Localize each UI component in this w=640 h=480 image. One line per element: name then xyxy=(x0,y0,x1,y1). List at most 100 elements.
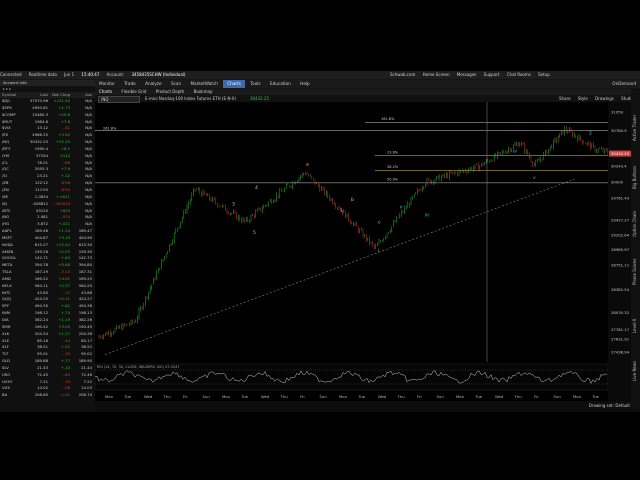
share-button[interactable]: Share xyxy=(559,96,571,101)
table-row[interactable]: /SI 23.21 +.12 N/A xyxy=(0,173,95,180)
table-row[interactable]: VXX 14.02 -.28 14.03 xyxy=(0,385,95,392)
link-schwab[interactable]: Schwab.com xyxy=(390,72,415,77)
table-cell: 4950.61 xyxy=(32,104,48,110)
table-cell: N/A xyxy=(85,152,92,158)
table-row[interactable]: QQQ 424.25 +2.11 424.27 xyxy=(0,296,95,303)
table-row[interactable]: $COMP 15480.3 +29.8 N/A xyxy=(0,112,95,119)
table-row[interactable]: GLD 189.88 +.77 189.90 xyxy=(0,358,95,365)
vertical-tab[interactable]: Phase Scores xyxy=(632,241,637,285)
table-row[interactable]: NVDA 615.27 +12.42 615.30 xyxy=(0,242,95,249)
table-row[interactable]: AMZN 159.28 +2.03 159.30 xyxy=(0,249,95,256)
vertical-tab[interactable]: Live News xyxy=(632,337,637,381)
table-row[interactable]: /NQ 30432.25 +53.25 N/A xyxy=(0,139,95,146)
tab-product-depth[interactable]: Product Depth xyxy=(156,89,185,94)
drawings-button[interactable]: Drawings xyxy=(595,96,614,101)
table-row[interactable]: /RTY 1990.4 +8.2 N/A xyxy=(0,146,95,153)
vertical-tab[interactable]: Option Chain xyxy=(632,193,637,237)
table-row[interactable]: DIA 382.24 +1.19 382.26 xyxy=(0,317,95,324)
table-cell: /6E xyxy=(2,193,9,199)
table-cell: /ES xyxy=(2,132,9,138)
table-row[interactable]: MSFT 404.87 +3.19 404.90 xyxy=(0,235,95,242)
table-row[interactable]: $DJI 37070.96 +131.40 N/A xyxy=(0,98,95,105)
table-row[interactable]: IWM 198.12 +.74 198.13 xyxy=(0,310,95,317)
table-cell: META xyxy=(2,262,13,268)
table-row[interactable]: $VIX 13.12 -.41 N/A xyxy=(0,125,95,132)
table-row[interactable]: /YM 37194 +112 N/A xyxy=(0,153,95,160)
nav-marketwatch[interactable]: MarketWatch xyxy=(186,80,221,88)
table-row[interactable]: XLK 204.34 +1.27 204.36 xyxy=(0,331,95,338)
vertical-tab[interactable]: Active Trader xyxy=(632,97,637,141)
link-chat-rooms[interactable]: Chat Rooms xyxy=(507,72,531,77)
table-cell: 190.45 xyxy=(78,323,92,329)
table-row[interactable]: /6E 1.0834 +.0011 N/A xyxy=(0,194,95,201)
price-tick: 27631.91 xyxy=(611,337,630,342)
table-cell: +.10 xyxy=(60,364,70,370)
table-cell: VXX xyxy=(2,385,10,391)
table-row[interactable]: INTC 43.65 -.12 43.66 xyxy=(0,290,95,297)
link-messages[interactable]: Messages xyxy=(457,72,477,77)
tab-charts[interactable]: Charts xyxy=(99,89,112,94)
table-row[interactable]: SPY 494.35 +.81 494.36 xyxy=(0,303,95,310)
date-label: Jun 1 xyxy=(64,72,75,77)
table-row[interactable]: /6J .006812 -.000010 N/A xyxy=(0,201,95,208)
style-button[interactable]: Style xyxy=(578,96,588,101)
tab-flexible-grid[interactable]: Flexible Grid xyxy=(121,89,146,94)
table-row[interactable]: /ES 4966.25 +3.50 N/A xyxy=(0,132,95,139)
table-cell: 15480.3 xyxy=(32,111,48,117)
table-cell: 382.24 xyxy=(34,317,48,322)
nav-tools[interactable]: Tools xyxy=(246,80,264,88)
table-cell: N/A xyxy=(85,139,92,145)
table-row[interactable]: /BTC 43120 +620 N/A xyxy=(0,208,95,215)
table-row[interactable]: /HG 3.872 +.021 N/A xyxy=(0,221,95,228)
table-row[interactable]: AAPL 189.46 +1.24 189.47 xyxy=(0,228,95,235)
table-cell: 85.16 xyxy=(37,337,48,343)
account-select[interactable]: 3458435SCHW (Individual) xyxy=(131,72,185,77)
table-row[interactable]: /GC 2055.3 +7.9 N/A xyxy=(0,166,95,173)
table-row[interactable]: SMH 190.42 +3.05 190.45 xyxy=(0,324,95,331)
table-row[interactable]: UVXY 7.21 -.19 7.22 xyxy=(0,379,95,386)
time-tick: Wed xyxy=(144,394,153,399)
table-cell: MSFT xyxy=(2,234,13,240)
nav-monitor[interactable]: Monitor xyxy=(95,80,119,88)
connection-status: Connected xyxy=(0,72,22,77)
ondemand-button[interactable]: OnDemand xyxy=(612,80,636,88)
wave-label: 4 xyxy=(255,185,258,191)
table-row[interactable]: $SPX 4950.61 +1.73 N/A xyxy=(0,105,95,112)
nav-scan[interactable]: Scan xyxy=(167,80,185,88)
price-chart[interactable]: 261.8%161.8%23.6%38.2%50.0% 4135abciiiii… xyxy=(95,102,608,401)
table-row[interactable]: TLT 95.01 -.30 95.02 xyxy=(0,351,95,358)
table-row[interactable]: XLF 38.51 +.22 38.52 xyxy=(0,344,95,351)
table-row[interactable]: BA 208.65 -1.02 208.70 xyxy=(0,392,95,399)
link-setup[interactable]: Setup xyxy=(538,72,550,77)
nav-analyze[interactable]: Analyze xyxy=(141,80,166,88)
vertical-tab[interactable]: Big Buttons xyxy=(632,145,637,189)
time-tick: Sun xyxy=(320,394,328,399)
table-row[interactable]: META 394.78 +5.66 394.80 xyxy=(0,262,95,269)
tab-bookmap[interactable]: Bookmap xyxy=(194,89,213,94)
table-row[interactable]: /CL 78.01 -.68 N/A xyxy=(0,160,95,167)
nav-trade[interactable]: Trade xyxy=(120,80,139,88)
nav-education[interactable]: Education xyxy=(266,80,295,88)
drawing-set-label[interactable]: Drawing set: Default xyxy=(589,403,630,408)
table-cell: 1984.6 xyxy=(34,118,48,124)
link-support[interactable]: Support xyxy=(484,72,500,77)
time-tick: Tue xyxy=(592,394,600,399)
table-cell: 13.12 xyxy=(37,125,48,131)
table-row[interactable]: USO 72.45 -.63 72.46 xyxy=(0,372,95,379)
table-row[interactable]: $RUT 1984.6 +7.8 N/A xyxy=(0,119,95,126)
nav-help[interactable]: Help xyxy=(296,80,314,88)
table-row[interactable]: AMD 169.22 +4.01 169.25 xyxy=(0,276,95,283)
table-row[interactable]: /ZN 111'05 -0'03 N/A xyxy=(0,187,95,194)
vertical-tab[interactable]: Level II xyxy=(632,289,637,333)
table-row[interactable]: SLV 21.43 +.10 21.44 xyxy=(0,365,95,372)
table-row[interactable]: XLE 85.16 -.44 85.17 xyxy=(0,338,95,345)
table-row[interactable]: TSLA 187.29 -3.14 187.31 xyxy=(0,269,95,276)
table-row[interactable]: /NG 2.081 -.034 N/A xyxy=(0,214,95,221)
table-row[interactable]: /ZB 122'12 -0'08 N/A xyxy=(0,180,95,187)
link-home-screen[interactable]: Home Screen xyxy=(423,72,450,77)
watchlist-rows: $DJI 37070.96 +131.40 N/A $SPX 4950.61 +1.73 N/… xyxy=(0,98,95,399)
table-cell: N/A xyxy=(85,200,92,206)
nav-charts[interactable]: Charts xyxy=(223,80,245,88)
table-row[interactable]: NFLX 564.11 +2.37 564.20 xyxy=(0,283,95,290)
table-row[interactable]: GOOGL 142.71 +.84 142.73 xyxy=(0,255,95,262)
